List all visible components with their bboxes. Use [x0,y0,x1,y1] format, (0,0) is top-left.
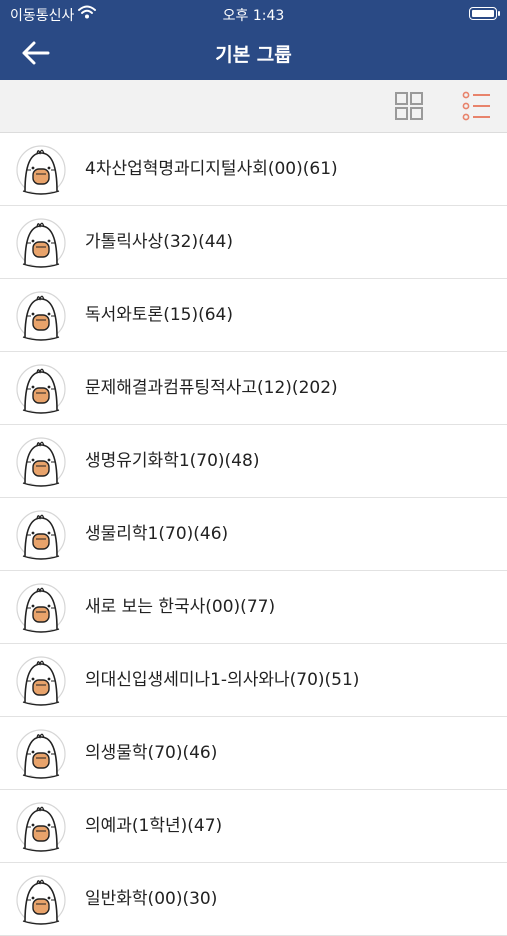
nav-bar: 기본 그룹 [0,28,507,78]
list-item[interactable]: 의생물학(70)(46) [0,717,507,790]
list-item[interactable]: 문제해결과컴퓨팅적사고(12)(202) [0,352,507,425]
group-label: 새로 보는 한국사(00)(77) [85,597,276,617]
avatar [16,364,66,414]
battery-icon [469,7,500,20]
list-item[interactable]: 4차산업혁명과디지털사회(00)(61) [0,133,507,206]
group-label: 의대신입생세미나1-의사와나(70)(51) [85,670,360,690]
list-item[interactable]: 새로 보는 한국사(00)(77) [0,571,507,644]
mascot-avatar-icon [16,729,66,779]
avatar [16,437,66,487]
group-label: 생명유기화학1(70)(48) [85,451,260,471]
mascot-avatar-icon [16,218,66,268]
mascot-avatar-icon [16,291,66,341]
avatar [16,145,66,195]
list-item[interactable]: 생물리학1(70)(46) [0,498,507,571]
page-title: 기본 그룹 [215,44,292,66]
avatar [16,291,66,341]
list-item[interactable]: 독서와토론(15)(64) [0,279,507,352]
list-view-icon [462,91,490,121]
app-header: 이동통신사 오후 1:43 기본 그룹 [0,0,507,80]
mascot-avatar-icon [16,364,66,414]
group-label: 의생물학(70)(46) [85,743,218,763]
group-label: 독서와토론(15)(64) [85,305,233,325]
group-label: 문제해결과컴퓨팅적사고(12)(202) [85,378,338,398]
clock: 오후 1:43 [222,8,285,24]
list-view-button[interactable] [462,91,492,121]
grid-view-icon [395,92,423,120]
mascot-avatar-icon [16,656,66,706]
group-list: 4차산업혁명과디지털사회(00)(61) 가톨릭사상(32)(44) 독서와토론… [0,133,507,936]
avatar [16,729,66,779]
mascot-avatar-icon [16,802,66,852]
list-item[interactable]: 의예과(1학년)(47) [0,790,507,863]
list-item[interactable]: 가톨릭사상(32)(44) [0,206,507,279]
avatar [16,510,66,560]
mascot-avatar-icon [16,583,66,633]
avatar [16,656,66,706]
avatar [16,875,66,925]
mascot-avatar-icon [16,510,66,560]
group-label: 일반화학(00)(30) [85,889,218,909]
mascot-avatar-icon [16,875,66,925]
mascot-avatar-icon [16,437,66,487]
list-item[interactable]: 의대신입생세미나1-의사와나(70)(51) [0,644,507,717]
list-item[interactable]: 생명유기화학1(70)(48) [0,425,507,498]
avatar [16,583,66,633]
avatar [16,218,66,268]
status-bar: 이동통신사 오후 1:43 [0,0,507,26]
group-label: 4차산업혁명과디지털사회(00)(61) [85,159,338,179]
group-label: 생물리학1(70)(46) [85,524,229,544]
avatar [16,802,66,852]
group-label: 가톨릭사상(32)(44) [85,232,233,252]
mascot-avatar-icon [16,145,66,195]
view-toolbar [0,80,507,133]
grid-view-button[interactable] [394,91,424,121]
group-label: 의예과(1학년)(47) [85,816,223,836]
